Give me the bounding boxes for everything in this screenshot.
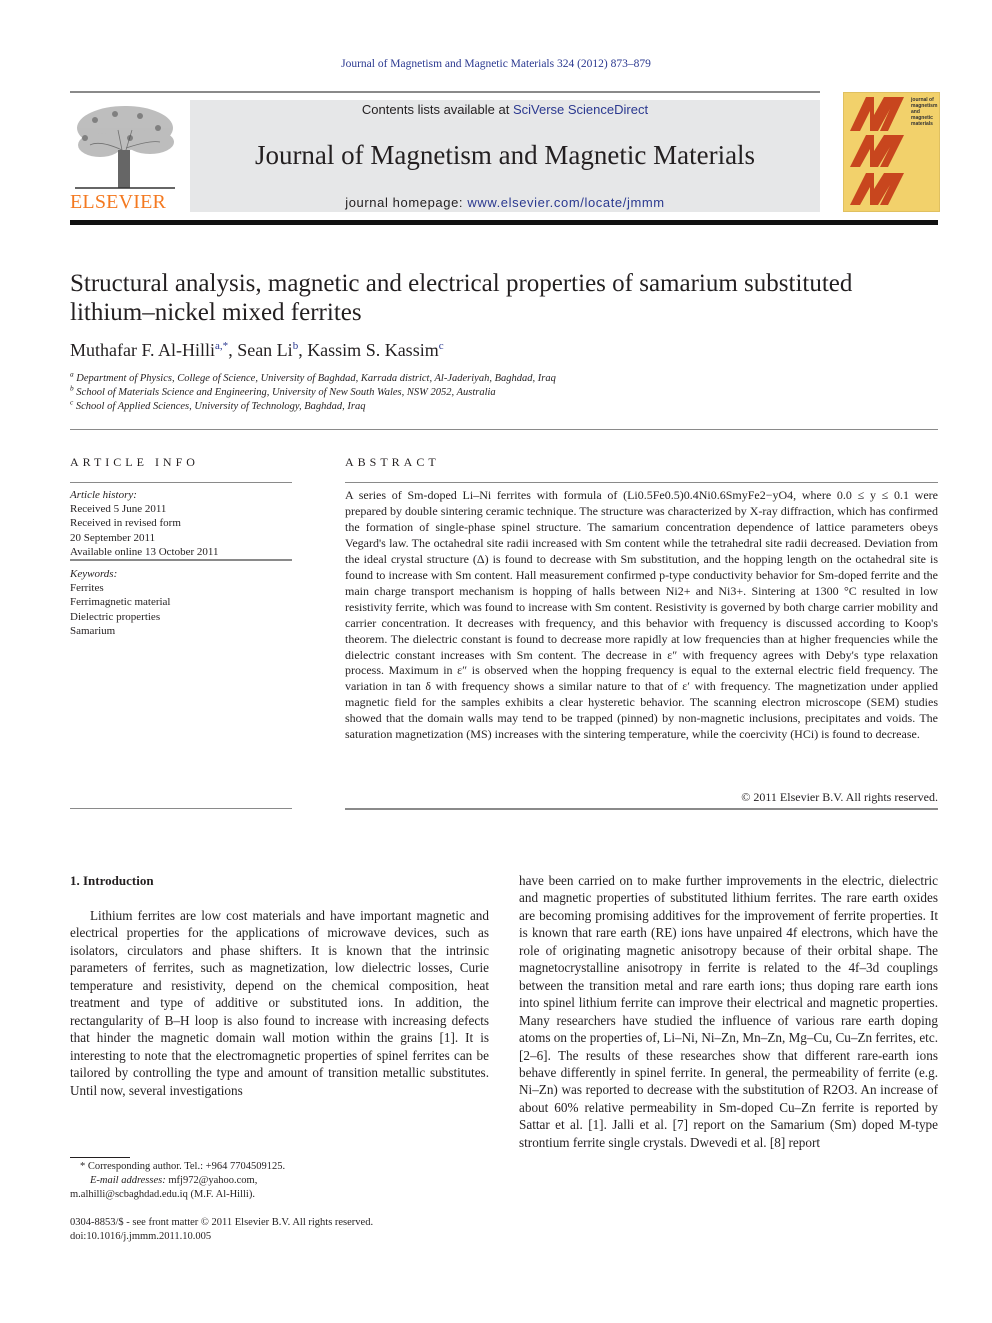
front-matter-copyright: 0304-8853/$ - see front matter © 2011 El… bbox=[70, 1217, 374, 1228]
author-affiliation-marker[interactable]: c bbox=[439, 340, 444, 352]
author-affiliation-marker[interactable]: b bbox=[293, 340, 299, 352]
homepage-link[interactable]: www.elsevier.com/locate/jmmm bbox=[467, 195, 664, 210]
email-label: E-mail addresses: bbox=[90, 1175, 166, 1186]
article-info-heading: ARTICLE INFO bbox=[70, 455, 199, 469]
introduction-heading: 1. Introduction bbox=[70, 873, 154, 888]
affiliation-text: School of Applied Sciences, University o… bbox=[75, 401, 366, 412]
affiliation: a Department of Physics, College of Scie… bbox=[70, 369, 556, 384]
author-name[interactable]: Muthafar F. Al-Hilli bbox=[70, 340, 215, 360]
author-name[interactable]: Kassim S. Kassim bbox=[307, 340, 439, 360]
keyword: Samarium bbox=[70, 624, 116, 637]
affiliation-label: a bbox=[70, 369, 74, 379]
homepage-prefix: journal homepage: bbox=[345, 195, 468, 210]
contents-prefix: Contents lists available at bbox=[361, 102, 513, 117]
info-divider bbox=[70, 559, 292, 561]
author-affiliation-marker[interactable]: a,* bbox=[215, 340, 228, 352]
doi-link[interactable]: doi:10.1016/j.jmmm.2011.10.005 bbox=[70, 1230, 373, 1244]
cover-title: journal of magnetism and magnetic materi… bbox=[911, 97, 938, 127]
info-divider bbox=[70, 482, 292, 483]
affiliation-label: c bbox=[70, 397, 74, 407]
history-item: Available online 13 October 2011 bbox=[70, 545, 219, 558]
introduction-left-column: Lithium ferrites are low cost materials … bbox=[70, 908, 489, 1098]
abstract-heading: ABSTRACT bbox=[345, 455, 440, 469]
email-link[interactable]: mfj972@yahoo.com, bbox=[168, 1175, 257, 1186]
affiliation-text: School of Materials Science and Engineer… bbox=[76, 387, 496, 398]
section-divider bbox=[70, 429, 938, 430]
keyword: Ferrites bbox=[70, 582, 104, 595]
keywords-label: Keywords: bbox=[70, 568, 118, 580]
elsevier-wordmark: ELSEVIER bbox=[70, 191, 167, 213]
article-title: Structural analysis, magnetic and electr… bbox=[70, 270, 853, 326]
history-item: 20 September 2011 bbox=[70, 531, 156, 544]
affiliation-label: b bbox=[70, 383, 74, 393]
corresponding-author-note: * Corresponding author. Tel.: +964 77045… bbox=[80, 1161, 286, 1172]
email-link[interactable]: m.alhilli@scbaghdad.edu.iq (M.F. Al-Hill… bbox=[70, 1188, 490, 1202]
introduction-right-column: have been carried on to make further imp… bbox=[519, 873, 938, 1150]
footnote-divider bbox=[70, 1157, 130, 1158]
history-label: Article history: bbox=[70, 489, 137, 501]
affiliation: c School of Applied Sciences, University… bbox=[70, 397, 366, 412]
journal-cover-thumbnail[interactable]: journal of magnetism and magnetic materi… bbox=[843, 92, 940, 212]
history-item: Received in revised form bbox=[70, 517, 181, 530]
contents-availability: Contents lists available at SciVerse Sci… bbox=[190, 102, 820, 117]
abstract-body: A series of Sm-doped Li–Ni ferrites with… bbox=[345, 488, 938, 742]
journal-citation-link[interactable]: Journal of Magnetism and Magnetic Materi… bbox=[0, 58, 992, 70]
affiliation: b School of Materials Science and Engine… bbox=[70, 383, 496, 398]
sciencedirect-link[interactable]: SciVerse ScienceDirect bbox=[513, 102, 648, 117]
abstract-divider bbox=[345, 482, 938, 483]
journal-homepage: journal homepage: www.elsevier.com/locat… bbox=[190, 195, 820, 210]
keyword: Dielectric properties bbox=[70, 610, 161, 623]
article-history: Article history: Received 5 June 2011 Re… bbox=[70, 488, 218, 559]
abstract-copyright: © 2011 Elsevier B.V. All rights reserved… bbox=[741, 790, 938, 804]
header-thick-divider bbox=[70, 220, 938, 225]
header-divider bbox=[70, 91, 820, 93]
front-matter: 0304-8853/$ - see front matter © 2011 El… bbox=[70, 1216, 373, 1244]
history-item: Received 5 June 2011 bbox=[70, 503, 167, 516]
author-list: Muthafar F. Al-Hillia,*, Sean Lib, Kassi… bbox=[70, 340, 444, 360]
footnotes: * Corresponding author. Tel.: +964 77045… bbox=[70, 1160, 490, 1202]
author-name[interactable]: Sean Li bbox=[237, 340, 293, 360]
abstract-divider bbox=[345, 808, 938, 810]
keyword: Ferrimagnetic material bbox=[70, 596, 171, 609]
info-divider bbox=[70, 808, 292, 809]
keywords-list: Keywords: Ferrites Ferrimagnetic materia… bbox=[70, 567, 170, 638]
affiliation-text: Department of Physics, College of Scienc… bbox=[76, 373, 556, 384]
journal-title: Journal of Magnetism and Magnetic Materi… bbox=[254, 140, 756, 170]
